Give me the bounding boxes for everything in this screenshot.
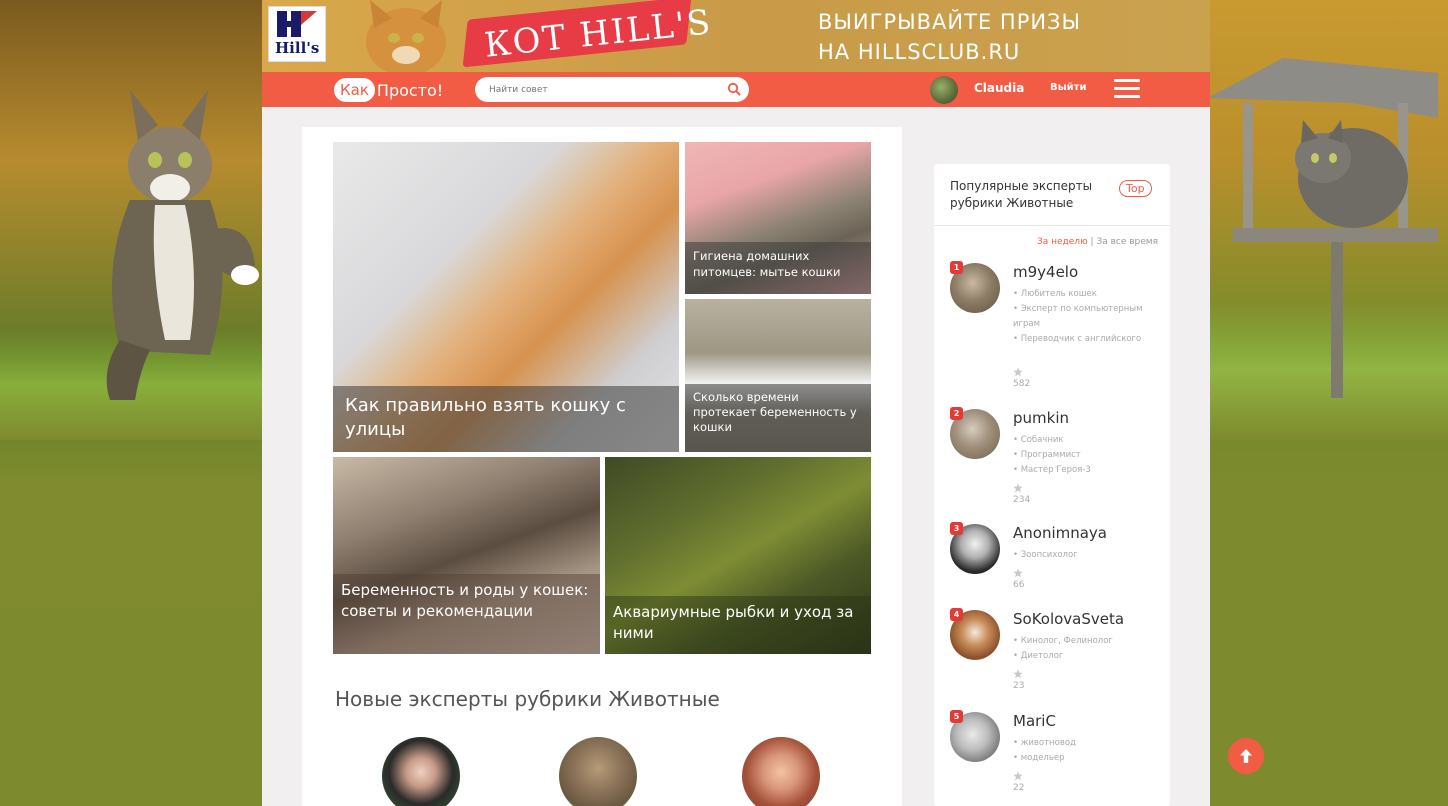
- search-box: [475, 77, 749, 102]
- top-badge[interactable]: Top: [1119, 180, 1152, 197]
- site-header: Как Просто! Claudia Выйти: [262, 72, 1210, 107]
- expert-rank-badge: 1: [950, 261, 963, 274]
- expert-tags: • Любитель кошек • Эксперт по компьютерн…: [1013, 287, 1153, 347]
- expert-name[interactable]: Anonimnaya: [1013, 524, 1107, 542]
- banner-cat-image: [366, 0, 446, 72]
- star-icon: [1013, 483, 1023, 493]
- main-column: Как правильно взять кошку с улицы Гигиен…: [302, 127, 902, 806]
- page-content: Как правильно взять кошку с улицы Гигиен…: [262, 107, 1210, 806]
- article-caption: Сколько времени протекает беременность у…: [685, 384, 871, 452]
- sidebar-header: Популярные эксперты рубрики Животные Top: [934, 164, 1170, 226]
- user-name-link[interactable]: Claudia: [974, 81, 1024, 95]
- new-expert-avatar[interactable]: [382, 737, 460, 806]
- article-tile-5[interactable]: Аквариумные рыбки и уход за ними: [605, 457, 871, 654]
- article-tile-1[interactable]: Как правильно взять кошку с улицы: [333, 142, 679, 452]
- expert-tags: • Зоопсихолог: [1013, 548, 1153, 563]
- article-tile-2[interactable]: Гигиена домашних питомцев: мытье кошки: [685, 142, 871, 294]
- site-logo[interactable]: Как Просто!: [334, 76, 443, 104]
- expert-tag: • Кинолог, Фелинолог: [1013, 636, 1113, 646]
- new-expert-avatar[interactable]: [559, 737, 637, 806]
- star-icon: [1013, 669, 1023, 679]
- expert-tags: • Кинолог, Фелинолог • Диетолог: [1013, 634, 1153, 664]
- logo-part-prosto: Просто!: [376, 80, 444, 100]
- expert-score: 66: [1013, 568, 1025, 590]
- expert-score: 22: [1013, 771, 1025, 793]
- expert-tag: • Зоопсихолог: [1013, 550, 1078, 560]
- expert-score: 234: [1013, 483, 1030, 505]
- expert-tag: • Собачник: [1013, 435, 1064, 445]
- expert-score: 582: [1013, 367, 1030, 389]
- popular-experts-sidebar: Популярные эксперты рубрики Животные Top…: [934, 164, 1170, 806]
- user-avatar[interactable]: [930, 76, 958, 104]
- search-icon[interactable]: [727, 82, 741, 96]
- expert-tag: • модельер: [1013, 753, 1065, 763]
- article-caption: Аквариумные рыбки и уход за ними: [605, 596, 871, 654]
- expert-rank-badge: 3: [950, 522, 963, 535]
- article-tile-3[interactable]: Сколько времени протекает беременность у…: [685, 299, 871, 452]
- promo-line-1: ВЫИГРЫВАЙТЕ ПРИЗЫ: [818, 10, 1082, 34]
- hills-emblem-icon: [277, 11, 317, 37]
- expert-name[interactable]: pumkin: [1013, 409, 1069, 427]
- expert-tag: • Мастер Героя-3: [1013, 465, 1091, 475]
- arrow-up-icon: [1240, 749, 1252, 763]
- star-icon: [1013, 771, 1023, 781]
- hamburger-menu-icon[interactable]: [1114, 79, 1140, 101]
- scroll-to-top-button[interactable]: [1228, 738, 1264, 774]
- filter-separator: |: [1090, 237, 1094, 247]
- expert-name[interactable]: m9y4elo: [1013, 263, 1078, 281]
- period-filters: За неделю | За все время: [1037, 237, 1158, 247]
- promo-banner[interactable]: Hill's КОТ HILL'S ВЫИГРЫВАЙТЕ ПРИЗЫ НА H…: [262, 0, 1210, 72]
- expert-tag: • животновод: [1013, 738, 1076, 748]
- expert-score-value: 66: [1013, 580, 1025, 590]
- logo-part-kak: Как: [334, 78, 375, 102]
- filter-week[interactable]: За неделю: [1037, 237, 1088, 247]
- expert-tag: • Диетолог: [1013, 651, 1064, 661]
- expert-score-value: 22: [1013, 783, 1025, 793]
- expert-name[interactable]: MariC: [1013, 712, 1056, 730]
- expert-score-value: 582: [1013, 379, 1031, 389]
- expert-score: 23: [1013, 669, 1025, 691]
- expert-tag: • Программист: [1013, 450, 1081, 460]
- search-input[interactable]: [489, 84, 719, 95]
- sidebar-title: Популярные эксперты рубрики Животные: [950, 179, 1093, 210]
- article-caption: Гигиена домашних питомцев: мытье кошки: [685, 242, 871, 294]
- expert-name[interactable]: SoKolovaSveta: [1013, 610, 1124, 628]
- new-experts-heading: Новые эксперты рубрики Животные: [335, 687, 720, 711]
- star-icon: [1013, 367, 1023, 377]
- article-tile-4[interactable]: Беременность и роды у кошек: советы и ре…: [333, 457, 600, 654]
- logout-link[interactable]: Выйти: [1050, 82, 1086, 93]
- article-caption: Беременность и роды у кошек: советы и ре…: [333, 574, 600, 654]
- expert-tags: • Собачник • Программист • Мастер Героя-…: [1013, 433, 1153, 478]
- hills-logo-text: Hill's: [275, 39, 320, 57]
- expert-rank-badge: 5: [950, 710, 963, 723]
- bird-feeder-cat-image: [1208, 58, 1438, 398]
- expert-tag: • Любитель кошек: [1013, 289, 1097, 299]
- expert-tag: • Эксперт по компьютерным играм: [1013, 304, 1143, 329]
- expert-score-value: 234: [1013, 495, 1031, 505]
- expert-rank-badge: 2: [950, 407, 963, 420]
- expert-tags: • животновод • модельер: [1013, 736, 1153, 766]
- promo-line-2: НА HILLSCLUB.RU: [818, 40, 1021, 64]
- article-caption: Как правильно взять кошку с улицы: [333, 386, 679, 452]
- star-icon: [1013, 568, 1023, 578]
- filter-all-time[interactable]: За все время: [1096, 237, 1158, 247]
- expert-rank-badge: 4: [950, 608, 963, 621]
- expert-score-value: 23: [1013, 681, 1025, 691]
- new-expert-avatar[interactable]: [742, 737, 820, 806]
- expert-tag: • Переводчик с английского: [1013, 334, 1142, 344]
- standing-cat-image: [106, 90, 259, 400]
- hills-logo[interactable]: Hill's: [268, 6, 326, 62]
